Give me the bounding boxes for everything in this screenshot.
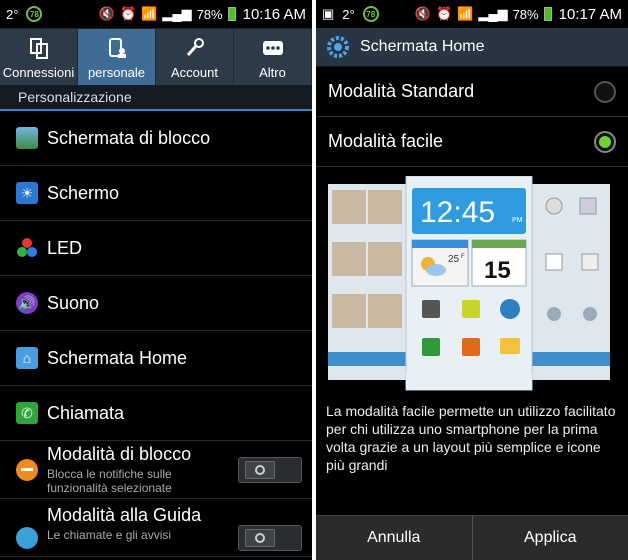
settings-item-call[interactable]: ✆ Chiamata: [0, 386, 312, 441]
item-description: funzionalità selezionate: [47, 481, 172, 495]
alarm-icon: ⏰: [435, 6, 453, 21]
lockscreen-icon: [16, 127, 38, 149]
settings-item-lockscreen[interactable]: Schermata di blocco: [0, 111, 312, 166]
preview-temp-unit: F: [461, 254, 465, 260]
settings-tabs: Connessioni personale Account Altro: [0, 28, 312, 85]
connections-icon: [28, 37, 50, 59]
tab-label: Account: [171, 65, 218, 80]
title-bar: Schermata Home: [316, 28, 628, 67]
status-bar: ▣ 2° 78 🔇 ⏰ 📶 ▂▄▆ 78% 10:17 AM: [316, 0, 628, 28]
led-icon: [16, 237, 38, 259]
sound-icon: 🔊: [16, 292, 38, 314]
clock: 10:16 AM: [242, 5, 306, 23]
easy-mode-preview: 12:45 PM 25 F 15: [328, 176, 610, 391]
gear-icon: [326, 35, 350, 59]
battery-icon: [227, 7, 236, 21]
option-label: Modalità Standard: [328, 81, 475, 101]
settings-item-home[interactable]: ⌂ Schermata Home: [0, 331, 312, 386]
blocking-mode-toggle[interactable]: [238, 456, 302, 483]
wifi-icon: 📶: [141, 6, 158, 21]
tab-label: Connessioni: [2, 65, 75, 80]
action-bar: Annulla Applica: [316, 515, 628, 560]
battery-percent: 78%: [512, 6, 539, 22]
more-icon: [262, 37, 284, 59]
settings-item-blocking-mode[interactable]: Modalità di blocco Blocca le notifiche s…: [0, 441, 312, 499]
home-screen-settings: ▣ 2° 78 🔇 ⏰ 📶 ▂▄▆ 78% 10:17 AM Schermata…: [316, 0, 628, 560]
signal-icon: ▂▄▆: [478, 6, 508, 21]
mute-icon: 🔇: [414, 6, 431, 21]
image-icon: ▣: [322, 6, 335, 21]
preview-date: 15: [484, 257, 511, 284]
option-easy-mode[interactable]: Modalità facile: [316, 117, 628, 167]
mute-icon: 🔇: [98, 6, 115, 21]
tab-connessioni[interactable]: Connessioni: [0, 29, 78, 85]
status-bar: 2° 78 🔇 ⏰ 📶 ▂▄▆ 78% 10:16 AM: [0, 0, 312, 28]
option-label: Modalità facile: [328, 131, 444, 151]
call-icon: ✆: [16, 402, 38, 424]
settings-item-led[interactable]: LED: [0, 221, 312, 276]
item-label: Modalità di blocco: [47, 444, 192, 464]
driving-icon: [16, 527, 38, 549]
item-label: Chiamata: [47, 402, 125, 423]
tab-altro[interactable]: Altro: [234, 29, 312, 85]
preview-temp: 25: [448, 254, 460, 265]
radio-easy[interactable]: [594, 130, 616, 153]
battery-percent: 78%: [196, 6, 223, 22]
item-label: Schermo: [47, 182, 120, 203]
section-header: Personalizzazione: [0, 85, 312, 111]
page-title: Schermata Home: [360, 38, 485, 55]
tab-account[interactable]: Account: [156, 29, 234, 85]
option-standard-mode[interactable]: Modalità Standard: [316, 67, 628, 117]
settings-item-display[interactable]: ☀ Schermo: [0, 166, 312, 221]
signal-icon: ▂▄▆: [162, 6, 192, 21]
driving-mode-toggle[interactable]: [238, 525, 302, 551]
radio-standard[interactable]: [594, 80, 616, 103]
alarm-icon: ⏰: [119, 6, 137, 21]
tab-label: personale: [87, 65, 146, 80]
preview-clock-suffix: PM: [512, 217, 523, 224]
blocking-icon: [16, 458, 38, 481]
item-label: Modalità alla Guida: [47, 505, 202, 525]
notification-badge: 78: [362, 6, 379, 22]
wifi-icon: 📶: [457, 6, 474, 21]
personal-icon: [106, 37, 128, 59]
item-label: LED: [47, 237, 83, 258]
battery-icon: [543, 7, 552, 21]
item-description: Blocca le notifiche sulle: [47, 467, 172, 481]
display-icon: ☀: [16, 182, 38, 204]
notification-badge: 78: [26, 6, 43, 22]
item-label: Schermata Home: [47, 347, 188, 368]
item-label: Schermata di blocco: [47, 127, 211, 148]
tab-label: Altro: [259, 65, 286, 80]
item-label: Suono: [47, 292, 100, 313]
preview-clock: 12:45: [420, 196, 495, 229]
temperature-indicator: 2°: [6, 6, 19, 22]
home-icon: ⌂: [16, 347, 38, 369]
key-icon: [184, 37, 206, 59]
tab-personale[interactable]: personale: [78, 29, 156, 85]
temperature-indicator: 2°: [342, 6, 355, 22]
item-description: Le chiamate e gli avvisi: [47, 528, 172, 542]
settings-screen: 2° 78 🔇 ⏰ 📶 ▂▄▆ 78% 10:16 AM Connessioni…: [0, 0, 312, 560]
mode-description: La modalità facile permette un utilizzo …: [326, 403, 616, 473]
cancel-button[interactable]: Annulla: [316, 516, 472, 560]
apply-button[interactable]: Applica: [471, 516, 628, 560]
clock: 10:17 AM: [558, 5, 622, 23]
settings-item-sound[interactable]: 🔊 Suono: [0, 276, 312, 331]
settings-item-driving-mode[interactable]: Modalità alla Guida Le chiamate e gli av…: [0, 499, 312, 557]
